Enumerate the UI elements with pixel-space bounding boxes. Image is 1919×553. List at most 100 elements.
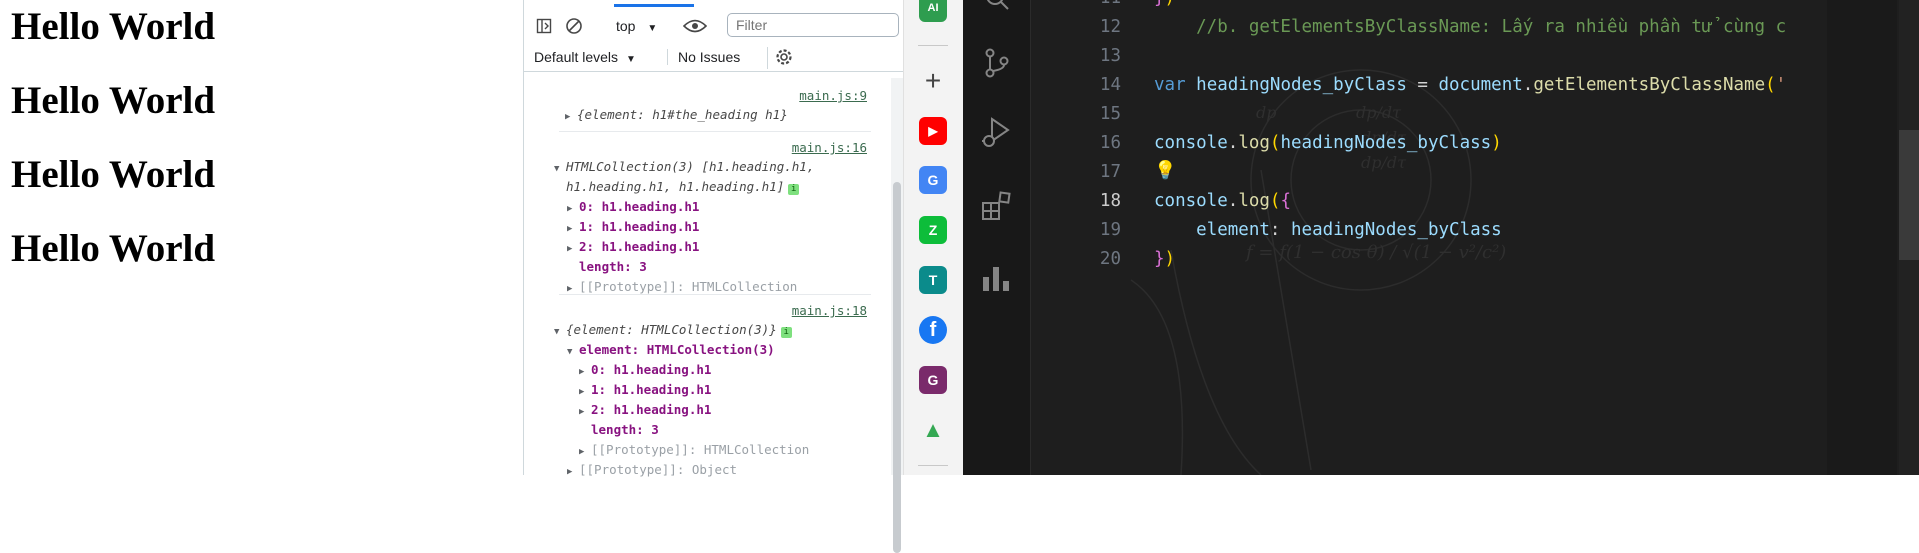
minimap[interactable] (1827, 0, 1897, 475)
page-heading: Hello World (11, 153, 216, 196)
console-line[interactable]: ▼ {element: HTMLCollection(3)} i (554, 322, 792, 338)
expand-arrow-icon: ▶ (567, 244, 573, 254)
line-number: 16 (1099, 133, 1121, 153)
console-line[interactable]: ▶ 1: h1.heading.h1 (579, 382, 711, 397)
stats-icon[interactable] (977, 258, 1017, 298)
google-drive-icon[interactable]: ▲ (919, 416, 947, 444)
search-icon[interactable] (977, 0, 1017, 18)
console-line[interactable]: ▼ HTMLCollection(3) [h1.heading.h1, (554, 159, 814, 174)
console-line: length: 3 (591, 422, 659, 437)
console-line[interactable]: ▶ [[Prototype]]: HTMLCollection (579, 442, 809, 457)
console-message: main.js:18 ▼ {element: HTMLCollection(3)}… (554, 294, 871, 477)
console-line[interactable]: ▶ 2: h1.heading.h1 (567, 239, 699, 254)
expand-arrow-icon: ▶ (567, 204, 573, 214)
chevron-down-icon: ▼ (625, 54, 636, 65)
active-tab-indicator (614, 4, 694, 7)
svg-text:f = f(1 − cos θ) / √(1 − v²/c²: f = f(1 − cos θ) / √(1 − v²/c²) (1244, 242, 1506, 263)
code-line[interactable]: //b. getElementsByClassName: Lấy ra nhiề… (1154, 17, 1786, 37)
line-number: 12 (1099, 17, 1121, 37)
run-debug-icon[interactable] (977, 112, 1017, 152)
code-line[interactable]: }) (1154, 249, 1175, 269)
source-control-icon[interactable] (977, 43, 1017, 83)
sidebar-divider (918, 45, 948, 46)
line-number: 14 (1099, 75, 1121, 95)
collapse-arrow-icon: ▼ (567, 347, 573, 357)
eye-icon[interactable] (682, 16, 708, 36)
sidebar-toggle-icon[interactable] (534, 16, 554, 36)
console-scrollbar[interactable] (891, 78, 903, 553)
code-editor[interactable]: dp dp/dτ dp/dτ dp/dτ f = f(1 − cos θ) / … (1031, 0, 1919, 475)
clear-console-icon[interactable] (564, 16, 584, 36)
copilot-icon[interactable]: AI (919, 0, 947, 22)
console-line[interactable]: ▶ 0: h1.heading.h1 (567, 199, 699, 214)
console-line[interactable]: ▼ element: HTMLCollection(3) (567, 342, 775, 357)
expand-arrow-icon: ▶ (579, 387, 585, 397)
svg-text:dp/dτ: dp/dτ (1356, 103, 1402, 122)
expand-arrow-icon: ▶ (567, 284, 573, 294)
console-message: main.js:9 ▶ {element: h1#the_heading h1} (559, 78, 871, 132)
info-icon[interactable]: i (788, 184, 800, 195)
levels-dropdown[interactable]: Default levels ▼ (534, 49, 636, 65)
console-toolbar: top ▼ (524, 10, 904, 42)
code-line[interactable]: element: headingNodes_byClass (1154, 220, 1502, 240)
console-line: length: 3 (579, 259, 647, 274)
code-line[interactable]: }) (1154, 0, 1175, 8)
browser-page: Hello World Hello World Hello World Hell… (0, 0, 523, 475)
editor-scrollbar[interactable] (1899, 0, 1919, 475)
source-link[interactable]: main.js:18 (792, 303, 867, 318)
console-line[interactable]: ▶ [[Prototype]]: HTMLCollection (567, 279, 797, 294)
collapse-arrow-icon: ▼ (554, 327, 560, 337)
source-link[interactable]: main.js:9 (799, 88, 867, 103)
svg-text:dp: dp (1256, 103, 1276, 122)
lightbulb-icon[interactable]: 💡 (1154, 160, 1176, 181)
google-translate-icon[interactable]: G (919, 166, 947, 194)
scrollbar-thumb[interactable] (893, 182, 901, 553)
sidebar-divider (918, 465, 948, 466)
issues-button[interactable]: No Issues (667, 49, 740, 65)
activity-bar (963, 0, 1031, 475)
console-line[interactable]: ▶ 2: h1.heading.h1 (579, 402, 711, 417)
info-icon[interactable]: i (780, 327, 792, 338)
line-number: 17 (1099, 162, 1121, 182)
add-icon[interactable]: + (919, 65, 947, 96)
expand-arrow-icon: ▶ (567, 467, 573, 477)
levels-label: Default levels (534, 49, 619, 65)
console-toolbar-secondary: Default levels ▼ No Issues (524, 46, 904, 72)
g-app-icon[interactable]: G (919, 366, 947, 394)
line-number: 11 (1051, 0, 1121, 8)
devtools-panel: top ▼ Default levels ▼ No Issues main.js… (523, 0, 904, 553)
t-app-icon[interactable]: T (919, 266, 947, 294)
scrollbar-thumb[interactable] (1899, 130, 1919, 260)
svg-text:dp/dτ: dp/dτ (1361, 153, 1407, 172)
expand-arrow-icon: ▶ (567, 224, 573, 234)
line-number: 13 (1099, 46, 1121, 66)
source-link[interactable]: main.js:16 (792, 140, 867, 155)
facebook-icon[interactable]: f (919, 316, 947, 344)
console-line[interactable]: ▶ 1: h1.heading.h1 (567, 219, 699, 234)
page-heading: Hello World (11, 227, 216, 270)
line-number: 18 (1099, 191, 1121, 211)
console-output: main.js:9 ▶ {element: h1#the_heading h1} … (524, 78, 892, 477)
expand-arrow-icon: ▶ (579, 367, 585, 377)
gear-icon[interactable] (767, 47, 796, 69)
context-selector[interactable]: top ▼ (616, 16, 657, 36)
collapse-arrow-icon[interactable]: ▼ (554, 164, 566, 174)
extensions-icon[interactable] (977, 186, 1017, 226)
expand-arrow-icon[interactable]: ▶ (565, 112, 577, 122)
browser-sidebar: AI + ▶ G Z T f G ▲ (903, 0, 963, 475)
line-number: 19 (1099, 220, 1121, 240)
page-heading: Hello World (11, 79, 216, 122)
filter-input[interactable] (727, 13, 899, 37)
console-message: main.js:16 ▼ HTMLCollection(3) [h1.headin… (554, 131, 871, 295)
code-line[interactable]: var headingNodes_byClass = document.getE… (1154, 75, 1786, 95)
console-line: h1.heading.h1, h1.heading.h1] i (566, 179, 800, 195)
console-line[interactable]: ▶ 0: h1.heading.h1 (579, 362, 711, 377)
line-number: 15 (1099, 104, 1121, 124)
code-line[interactable]: console.log({ (1154, 191, 1291, 211)
code-line[interactable]: console.log(headingNodes_byClass) (1154, 133, 1502, 153)
youtube-icon[interactable]: ▶ (919, 117, 947, 145)
zalo-icon[interactable]: Z (919, 216, 947, 244)
vscode-window: dp dp/dτ dp/dτ dp/dτ f = f(1 − cos θ) / … (963, 0, 1919, 475)
page-heading: Hello World (11, 5, 216, 48)
console-line[interactable]: ▶ {element: h1#the_heading h1} (565, 107, 788, 122)
